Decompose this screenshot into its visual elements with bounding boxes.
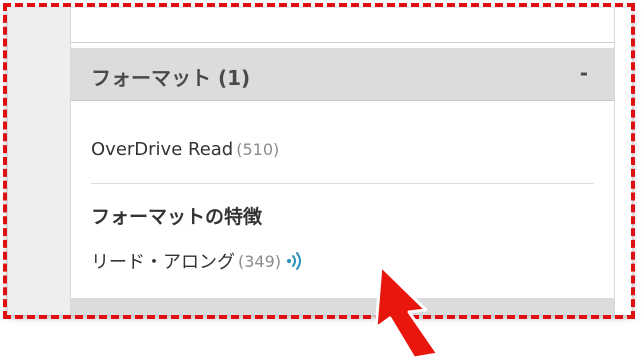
feature-option-label: リード・アロング [91, 252, 235, 273]
facet-panel: フォーマット (1) - OverDrive Read (510) フォーマットの… [70, 8, 615, 315]
collapse-toggle[interactable]: - [580, 61, 588, 85]
format-option-overdrive-read[interactable]: OverDrive Read (510) [91, 139, 279, 160]
left-gutter [8, 8, 70, 315]
next-facet-header[interactable] [71, 298, 614, 315]
feature-option-count: (349) [238, 251, 282, 271]
divider [91, 183, 594, 184]
feature-option-read-along[interactable]: リード・アロング (349) [91, 248, 307, 274]
format-option-label: OverDrive Read [91, 139, 234, 160]
divider [71, 42, 614, 43]
read-along-icon [287, 252, 302, 270]
format-facet-header[interactable]: フォーマット (1) - [71, 48, 614, 101]
arrow-pointer-icon [374, 264, 440, 360]
feature-heading: フォーマットの特徴 [91, 206, 263, 228]
format-option-count: (510) [236, 140, 280, 159]
facet-title: フォーマット (1) [91, 66, 251, 90]
